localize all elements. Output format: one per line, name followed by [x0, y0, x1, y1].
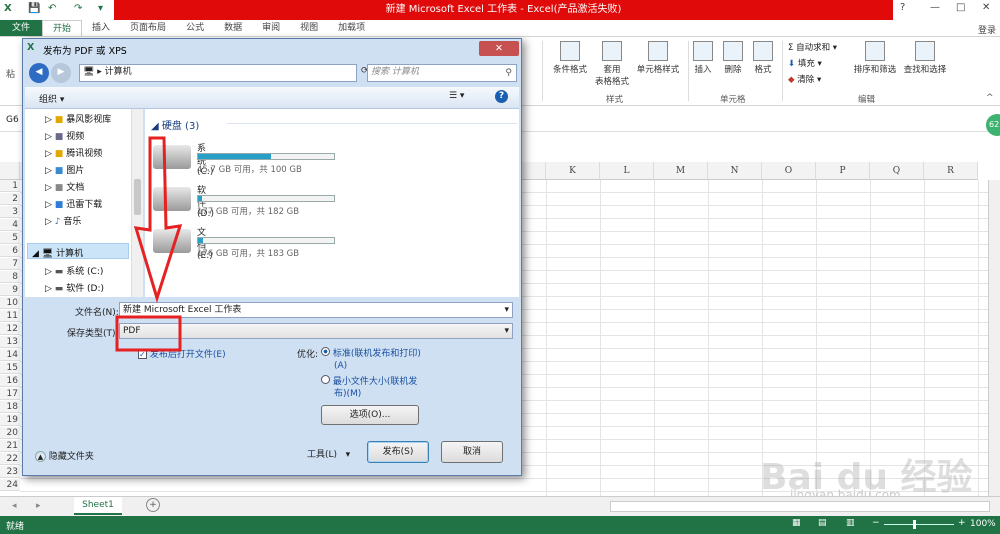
red-down-arrow	[133, 136, 183, 304]
red-highlight-box	[115, 315, 182, 352]
annotation-overlay	[115, 136, 183, 352]
